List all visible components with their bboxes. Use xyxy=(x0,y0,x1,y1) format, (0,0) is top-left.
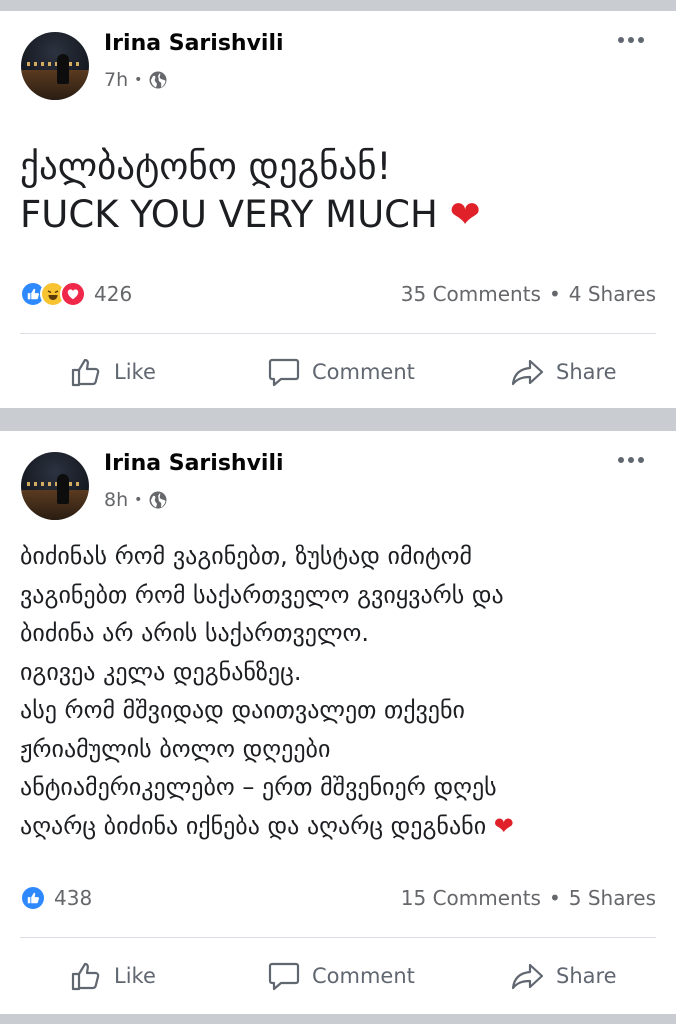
meta-separator: • xyxy=(134,72,143,88)
divider xyxy=(20,333,656,334)
post-stats: 426 35 Comments • 4 Shares xyxy=(20,281,656,307)
like-button[interactable]: Like xyxy=(68,958,156,994)
share-label: Share xyxy=(556,964,617,988)
reactions-summary[interactable]: 426 xyxy=(20,281,132,307)
reactions-summary[interactable]: 438 xyxy=(20,885,92,911)
post-body: ბიძინას რომ ვაგინებთ, ზუსტად იმიტომ ვაგი… xyxy=(20,542,504,840)
post-stats: 438 15 Comments • 5 Shares xyxy=(20,885,656,911)
divider xyxy=(20,937,656,938)
comment-icon xyxy=(268,962,300,991)
comment-label: Comment xyxy=(312,360,415,384)
post-text: ქალბატონო დეგნან! FUCK YOU VERY MUCH ❤ xyxy=(20,143,481,239)
avatar[interactable] xyxy=(21,452,89,520)
shares-count[interactable]: 4 Shares xyxy=(569,282,656,306)
post-meta: 7h • xyxy=(104,69,168,91)
like-icon xyxy=(71,962,100,991)
globe-icon xyxy=(149,491,167,509)
comment-label: Comment xyxy=(312,964,415,988)
avatar[interactable] xyxy=(21,32,89,100)
comment-button[interactable]: Comment xyxy=(266,958,415,994)
share-label: Share xyxy=(556,360,617,384)
more-options-icon[interactable] xyxy=(618,457,644,463)
comments-count[interactable]: 35 Comments xyxy=(401,282,541,306)
post-card: Irina Sarishvili 8h • ბიძინას რომ ვაგინე… xyxy=(0,431,676,1014)
globe-icon xyxy=(149,71,167,89)
stats-separator: • xyxy=(548,886,561,910)
share-button[interactable]: Share xyxy=(510,958,617,994)
share-button[interactable]: Share xyxy=(510,354,617,390)
stats-separator: • xyxy=(548,282,561,306)
comment-icon xyxy=(268,358,300,387)
more-options-icon[interactable] xyxy=(618,37,644,43)
share-icon xyxy=(511,359,544,386)
comments-count[interactable]: 15 Comments xyxy=(401,886,541,910)
post-time[interactable]: 8h xyxy=(104,489,128,511)
meta-separator: • xyxy=(134,492,143,508)
heart-emoji: ❤ xyxy=(449,193,481,236)
action-bar: Like Comment Share xyxy=(0,946,676,1006)
like-label: Like xyxy=(114,360,156,384)
engagement-stats: 15 Comments • 5 Shares xyxy=(401,886,656,910)
post-card: Irina Sarishvili 7h • ქალბატონო დეგნან! … xyxy=(0,11,676,408)
like-reaction-icon xyxy=(20,885,46,911)
share-icon xyxy=(511,963,544,990)
post-meta: 8h • xyxy=(104,489,168,511)
like-button[interactable]: Like xyxy=(68,354,156,390)
like-label: Like xyxy=(114,964,156,988)
shares-count[interactable]: 5 Shares xyxy=(569,886,656,910)
post-text: ბიძინას რომ ვაგინებთ, ზუსტად იმიტომ ვაგი… xyxy=(20,537,514,845)
post-body: ქალბატონო დეგნან! FUCK YOU VERY MUCH xyxy=(20,145,438,236)
reaction-count: 426 xyxy=(94,282,133,306)
action-bar: Like Comment Share xyxy=(0,342,676,402)
engagement-stats: 35 Comments • 4 Shares xyxy=(401,282,656,306)
like-icon xyxy=(71,358,100,387)
comment-button[interactable]: Comment xyxy=(266,354,415,390)
love-reaction-icon xyxy=(60,281,86,307)
reaction-count: 438 xyxy=(54,886,93,910)
author-name[interactable]: Irina Sarishvili xyxy=(104,451,284,476)
heart-emoji: ❤ xyxy=(493,811,514,840)
author-name[interactable]: Irina Sarishvili xyxy=(104,31,284,56)
post-time[interactable]: 7h xyxy=(104,69,128,91)
